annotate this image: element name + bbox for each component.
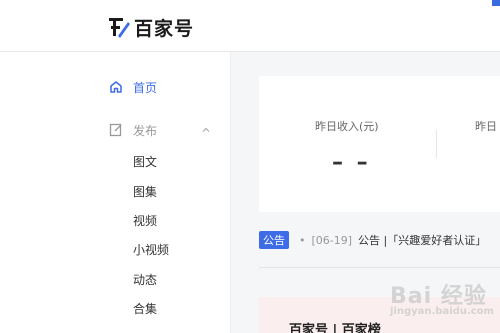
notice-text[interactable]: 公告 |「兴趣爱好者认证」 xyxy=(358,232,486,248)
sidebar-subitem-short-video[interactable]: 小视频 xyxy=(133,241,169,258)
baijiahao-logo-icon xyxy=(109,18,130,38)
topbar-accent xyxy=(492,0,500,6)
sidebar-subitem-collection[interactable]: 合集 xyxy=(133,300,157,317)
stat-divider xyxy=(436,130,437,158)
yesterday-income-label: 昨日收入(元) xyxy=(315,120,379,133)
brand-name: 百家号 xyxy=(134,17,195,40)
notice-bar[interactable]: 公告 • [06-19] 公告 |「兴趣爱好者认证」 xyxy=(259,229,500,251)
sidebar-subitem-article[interactable]: 图文 xyxy=(133,153,157,170)
banner-logo-text: 百家号 | 百家榜 xyxy=(289,323,381,333)
stats-card: 昨日收入(元) – – 昨日 xyxy=(259,76,500,212)
sidebar-subitem-video[interactable]: 视频 xyxy=(133,212,157,229)
second-stat-label: 昨日 xyxy=(475,120,497,133)
brand-logo[interactable]: 百家号 xyxy=(108,14,194,40)
yesterday-income-value: – – xyxy=(332,150,371,175)
home-icon xyxy=(108,79,124,95)
divider xyxy=(259,267,500,268)
sidebar-item-label: 首页 xyxy=(133,80,158,95)
bullet-dot-icon: • xyxy=(299,233,306,247)
chevron-up-icon[interactable] xyxy=(200,124,212,136)
notice-date: [06-19] xyxy=(311,233,353,247)
notice-badge: 公告 xyxy=(259,231,289,249)
watermark: Bai 经验 jingyan.baidu.com xyxy=(390,278,494,317)
sidebar-subitem-gallery[interactable]: 图集 xyxy=(133,183,157,200)
sidebar-item-home[interactable]: 首页 xyxy=(108,76,157,98)
sidebar-item-label: 发布 xyxy=(133,123,158,138)
top-bar: 百家号 xyxy=(0,0,500,52)
edit-icon xyxy=(108,122,124,138)
sidebar: 首页 发布 图文 图集 视频 小视频 动态 合集 xyxy=(0,52,231,333)
sidebar-item-publish[interactable]: 发布 xyxy=(108,119,157,141)
watermark-subtext: jingyan.baidu.com xyxy=(390,306,494,317)
sidebar-subitem-moments[interactable]: 动态 xyxy=(133,271,157,288)
